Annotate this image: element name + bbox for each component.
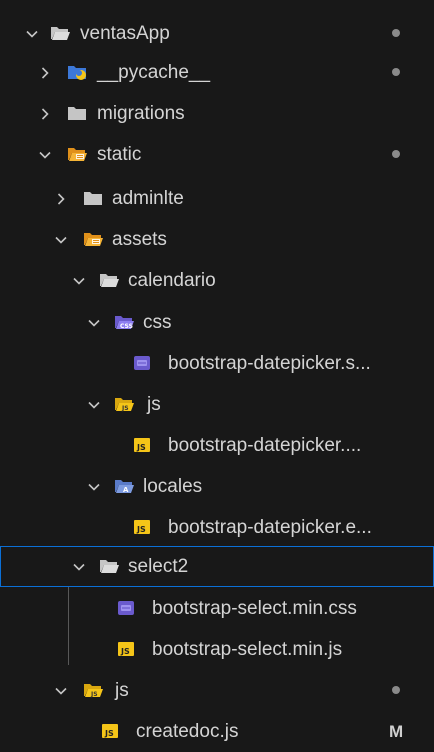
tree-item-label: migrations: [97, 103, 185, 124]
tree-item-select-css[interactable]: bootstrap-select.min.css: [0, 588, 434, 629]
svg-text:JS: JS: [90, 691, 98, 698]
tree-item-label: css: [143, 312, 172, 333]
tree-item-pycache[interactable]: __pycache__: [0, 52, 434, 93]
tree-item-label: bootstrap-datepicker.s...: [168, 353, 371, 374]
tree-item-label: assets: [112, 229, 167, 250]
chevron-down-icon[interactable]: [72, 274, 86, 288]
css-file-icon: [132, 354, 152, 372]
chevron-right-icon[interactable]: [38, 107, 52, 121]
js-folder-icon: JS: [114, 395, 134, 413]
chevron-down-icon[interactable]: [54, 684, 68, 698]
chevron-down-icon[interactable]: [25, 27, 39, 41]
static-folder-icon: [83, 230, 103, 248]
folder-icon: [83, 189, 103, 207]
js-file-icon: JS: [132, 436, 152, 454]
chevron-down-icon[interactable]: [87, 480, 101, 494]
svg-text:JS: JS: [104, 729, 114, 738]
js-folder-icon: JS: [83, 681, 103, 699]
folder-open-icon: [99, 271, 119, 289]
chevron-right-icon[interactable]: [54, 192, 68, 206]
tree-item-createdoc[interactable]: JS createdoc.js M: [0, 711, 434, 752]
tree-item-select2[interactable]: select2: [0, 546, 434, 587]
js-file-icon: JS: [116, 640, 136, 658]
tree-item-label: bootstrap-datepicker....: [168, 435, 362, 456]
tree-item-label: js: [115, 680, 129, 701]
folder-open-icon: [99, 557, 119, 575]
svg-text:JS: JS: [136, 525, 146, 534]
tree-item-label: createdoc.js: [136, 721, 239, 742]
modified-dot: [392, 686, 400, 694]
modified-dot: [392, 68, 400, 76]
svg-text:A: A: [123, 486, 129, 494]
tree-item-select-js[interactable]: JS bootstrap-select.min.js: [0, 629, 434, 670]
tree-item-label: adminlte: [112, 188, 184, 209]
tree-item-label: ventasApp: [80, 23, 170, 44]
tree-item-migrations[interactable]: migrations: [0, 93, 434, 134]
tree-item-label: calendario: [128, 270, 216, 291]
tree-item-static[interactable]: static: [0, 134, 434, 175]
static-folder-icon: [67, 145, 87, 163]
tree-item-label: select2: [128, 556, 189, 577]
tree-item-js-static[interactable]: JS js: [0, 670, 434, 711]
svg-text:JS: JS: [136, 443, 146, 452]
svg-text:CSS: CSS: [120, 323, 133, 330]
chevron-down-icon[interactable]: [87, 398, 101, 412]
css-file-icon: [116, 599, 136, 617]
chevron-down-icon[interactable]: [54, 233, 68, 247]
tree-item-label: bootstrap-datepicker.e...: [168, 517, 372, 538]
tree-item-label: locales: [143, 476, 203, 497]
folder-icon: [67, 104, 87, 122]
css-folder-icon: CSS: [114, 313, 134, 331]
tree-item-locales[interactable]: A locales: [0, 466, 434, 507]
svg-text:JS: JS: [120, 647, 130, 656]
tree-item-label: __pycache__: [97, 62, 211, 83]
chevron-down-icon[interactable]: [87, 316, 101, 330]
file-explorer-tree: ventasApp __pycache__ migrations static …: [0, 0, 434, 744]
tree-item-css[interactable]: CSS css: [0, 302, 434, 343]
tree-item-js-calendario[interactable]: JS js: [0, 384, 434, 425]
python-folder-icon: [67, 63, 87, 81]
tree-item-datepicker-js[interactable]: JS bootstrap-datepicker....: [0, 425, 434, 466]
js-file-icon: JS: [100, 722, 120, 740]
chevron-down-icon[interactable]: [72, 560, 86, 574]
locales-folder-icon: A: [114, 477, 134, 495]
folder-open-icon: [50, 24, 70, 42]
modified-dot: [392, 150, 400, 158]
tree-item-datepicker-locale[interactable]: JS bootstrap-datepicker.e...: [0, 507, 434, 548]
js-file-icon: JS: [132, 518, 152, 536]
tree-item-label: static: [97, 144, 142, 165]
modified-dot: [392, 29, 400, 37]
svg-text:JS: JS: [121, 405, 129, 412]
modified-badge: M: [389, 722, 404, 741]
tree-item-adminlte[interactable]: adminlte: [0, 178, 434, 219]
tree-item-ventasapp[interactable]: ventasApp: [0, 13, 434, 54]
tree-item-calendario[interactable]: calendario: [0, 260, 434, 301]
chevron-down-icon[interactable]: [38, 148, 52, 162]
tree-item-label: bootstrap-select.min.css: [152, 598, 357, 619]
chevron-right-icon[interactable]: [38, 66, 52, 80]
tree-item-datepicker-css[interactable]: bootstrap-datepicker.s...: [0, 343, 434, 384]
tree-item-assets[interactable]: assets: [0, 219, 434, 260]
tree-item-label: js: [147, 394, 161, 415]
tree-item-label: bootstrap-select.min.js: [152, 639, 343, 660]
